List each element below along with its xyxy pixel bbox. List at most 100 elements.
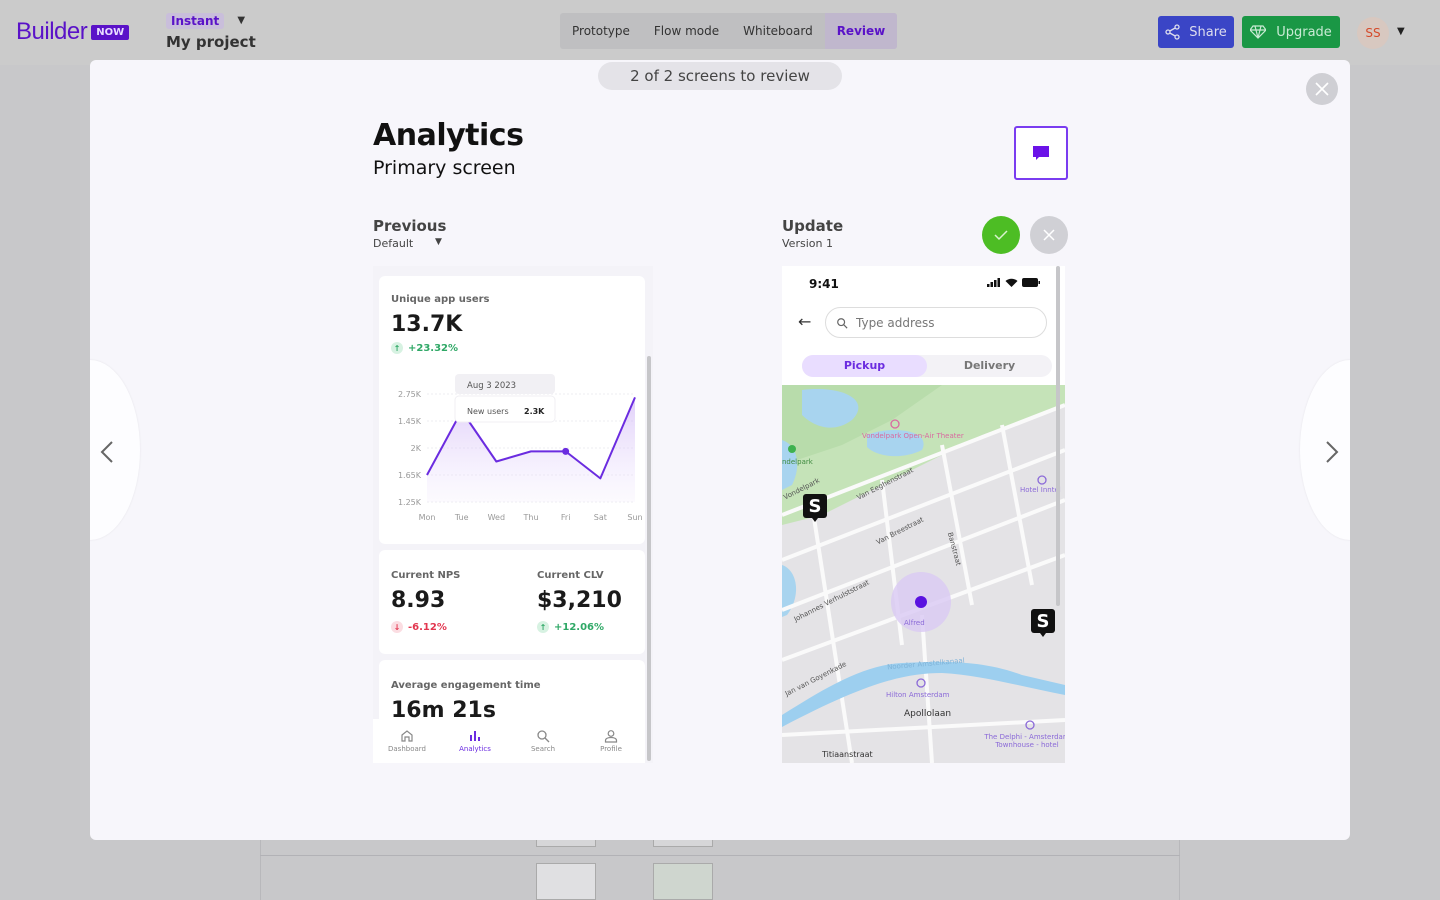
- map-view[interactable]: Vondelpark Open-Air Theater Hotel Inntel…: [782, 385, 1065, 763]
- share-icon: [1165, 24, 1180, 40]
- tab-label: Analytics: [459, 745, 491, 753]
- tab-search[interactable]: Search: [513, 719, 573, 763]
- caret-down-icon[interactable]: ▼: [435, 237, 442, 247]
- tab-profile[interactable]: Profile: [581, 719, 641, 763]
- previous-screen-button[interactable]: [90, 360, 140, 540]
- back-arrow-icon[interactable]: ←: [798, 312, 811, 331]
- mode-tab-review[interactable]: Review: [824, 13, 898, 49]
- x-tick-label: Sun: [627, 513, 642, 522]
- tab-analytics[interactable]: Analytics: [445, 719, 505, 763]
- reject-update-button[interactable]: [1030, 216, 1068, 254]
- upgrade-button[interactable]: Upgrade: [1242, 16, 1340, 48]
- tooltip-value: 2.3K: [524, 407, 545, 416]
- map-poi-label[interactable]: Hotel Inntel: [1020, 486, 1061, 494]
- tab-label: Profile: [600, 745, 622, 753]
- map-poi-label[interactable]: The Delphi - Amsterdam Townhouse - hotel: [982, 733, 1065, 749]
- store-pin-icon[interactable]: S: [803, 494, 827, 522]
- home-icon: [401, 730, 413, 742]
- diamond-icon: [1250, 25, 1267, 39]
- bottom-tab-bar: Dashboard Analytics Search Profile: [373, 719, 645, 763]
- highlighted-data-point: [562, 447, 570, 455]
- delta-value: +12.06%: [554, 621, 605, 633]
- map-poi-label[interactable]: Alfred: [904, 619, 925, 627]
- engagement-label: Average engagement time: [391, 680, 541, 691]
- caret-down-icon[interactable]: ▼: [237, 15, 245, 26]
- x-tick-label: Fri: [561, 513, 571, 522]
- x-tick-label: Wed: [488, 513, 505, 522]
- mode-tab-prototype[interactable]: Prototype: [560, 13, 642, 49]
- tab-label: Dashboard: [388, 745, 426, 753]
- search-icon: [537, 730, 550, 743]
- close-modal-button[interactable]: [1306, 73, 1338, 105]
- map-poi-label[interactable]: Vondelpark Open-Air Theater: [862, 432, 964, 440]
- updated-screen-preview: 9:41 ← Pickup Delivery: [782, 266, 1065, 763]
- y-tick-label: 2K: [411, 444, 422, 453]
- y-tick-label: 1.65K: [398, 471, 422, 480]
- arrow-up-icon: ↑: [537, 621, 549, 633]
- status-time: 9:41: [809, 277, 839, 291]
- thumbnail-analytics-2[interactable]: [536, 863, 596, 900]
- users-line-chart[interactable]: 2.75K 1.45K 2K 1.65K 1.25K Mon Tue Wed Thu Fri Sat…: [379, 374, 645, 534]
- unique-users-card: Unique app users 13.7K ↑ +23.32% 2.75K 1.…: [379, 276, 645, 544]
- project-name: My project: [166, 33, 256, 51]
- segment-pickup[interactable]: Pickup: [802, 355, 927, 377]
- wifi-icon: [1005, 278, 1018, 287]
- tooltip-date: Aug 3 2023: [467, 381, 516, 391]
- screen-subtitle: Primary screen: [373, 157, 516, 179]
- previous-screen-preview: Unique app users 13.7K ↑ +23.32% 2.75K 1.…: [373, 266, 653, 763]
- project-selector[interactable]: Instant ▼ My project: [166, 10, 256, 51]
- user-avatar[interactable]: SS: [1357, 17, 1389, 49]
- unique-users-label: Unique app users: [391, 294, 490, 305]
- x-tick-label: Mon: [419, 513, 436, 522]
- search-icon: [837, 317, 848, 329]
- plan-badge[interactable]: Instant: [166, 13, 225, 29]
- review-modal: 2 of 2 screens to review Analytics Prima…: [90, 60, 1350, 840]
- review-list-divider: [260, 855, 1180, 856]
- logo-text: Builder: [16, 18, 88, 45]
- check-icon: [994, 230, 1008, 241]
- previous-label: Previous: [373, 217, 447, 235]
- address-search-field[interactable]: [825, 307, 1047, 338]
- x-tick-label: Tue: [454, 513, 469, 522]
- x-tick-label: Sat: [594, 513, 607, 522]
- close-icon: [1315, 82, 1329, 96]
- x-tick-label: Thu: [522, 513, 538, 522]
- update-label: Update: [782, 217, 844, 235]
- chevron-right-icon: [1326, 441, 1339, 463]
- upgrade-label: Upgrade: [1276, 24, 1332, 40]
- update-version: Version 1: [782, 237, 833, 250]
- delta-value: -6.12%: [408, 621, 447, 633]
- account-caret-icon[interactable]: ▼: [1397, 26, 1405, 37]
- mode-tab-whiteboard[interactable]: Whiteboard: [731, 13, 825, 49]
- logo-badge: NOW: [91, 24, 130, 40]
- unique-users-delta: ↑ +23.32%: [391, 342, 458, 354]
- segment-delivery[interactable]: Delivery: [927, 355, 1052, 377]
- tooltip-label: New users: [467, 407, 509, 416]
- signal-icon: [987, 278, 1000, 287]
- previous-variant-select[interactable]: Default: [373, 237, 413, 250]
- share-button[interactable]: Share: [1158, 16, 1234, 48]
- comment-button[interactable]: [1014, 126, 1068, 180]
- clv-label: Current CLV: [537, 570, 604, 581]
- address-input[interactable]: [856, 315, 1026, 330]
- tab-dashboard[interactable]: Dashboard: [377, 719, 437, 763]
- review-count: 2 of 2 screens to review: [598, 62, 842, 90]
- scrollbar[interactable]: [647, 356, 651, 761]
- map-poi-label[interactable]: Hilton Amsterdam: [886, 691, 949, 699]
- next-screen-button[interactable]: [1300, 360, 1350, 540]
- nps-label: Current NPS: [391, 570, 461, 581]
- accept-update-button[interactable]: [982, 216, 1020, 254]
- battery-icon: [1022, 278, 1040, 287]
- builder-logo[interactable]: Builder NOW: [16, 18, 130, 46]
- delta-value: +23.32%: [408, 342, 459, 354]
- y-tick-label: 2.75K: [398, 390, 422, 399]
- thumbnail-map-2[interactable]: [653, 863, 713, 900]
- scrollbar[interactable]: [1056, 266, 1060, 606]
- pickup-delivery-toggle: Pickup Delivery: [802, 355, 1052, 377]
- mode-tab-flow-mode[interactable]: Flow mode: [642, 13, 731, 49]
- screen-title: Analytics: [373, 118, 524, 153]
- map-street-label: ndelpark: [782, 458, 813, 466]
- close-icon: [1043, 229, 1055, 241]
- nps-value: 8.93: [391, 588, 446, 613]
- store-pin-icon[interactable]: S: [1031, 609, 1055, 637]
